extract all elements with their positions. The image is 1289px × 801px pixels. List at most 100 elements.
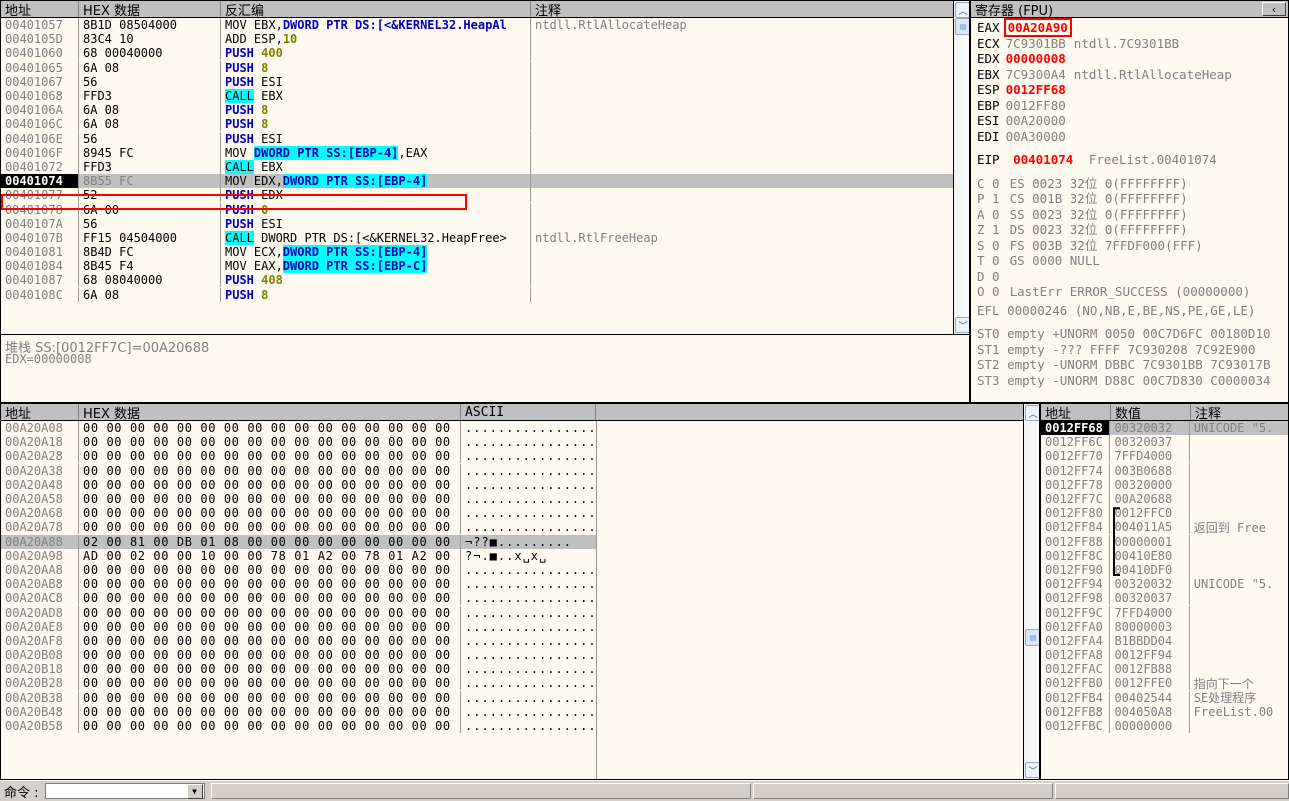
register-value[interactable]: 7C9300A4 xyxy=(1006,67,1066,82)
memory-dump-pane[interactable]: 地址 HEX 数据 ASCII 00A20A08 00 00 00 00 00 0… xyxy=(0,403,1040,780)
eip-value[interactable]: 00401074 xyxy=(1013,152,1073,167)
disassembly-row[interactable]: 00401072 FFD3 CALL EBX xyxy=(1,159,969,174)
dump-row[interactable]: 00A20B38 00 00 00 00 00 00 00 00 00 00 00… xyxy=(1,690,1039,705)
registers-pane[interactable]: 寄存器 (FPU) ‹ EAX 00A20A90 ECX 7C9301BB ntdll.… xyxy=(970,0,1289,403)
register-edx[interactable]: EDX 00000008 xyxy=(971,51,1288,67)
stack-col-header-value[interactable]: 数值 xyxy=(1111,404,1191,420)
chevron-down-icon[interactable]: ▼ xyxy=(186,784,203,799)
disassembly-pane[interactable]: 地址 HEX 数据 反汇编 注释 00401057 8B1D 08504000 MO… xyxy=(0,0,970,335)
stack-row[interactable]: 0012FFA0 80000003 xyxy=(1041,619,1288,634)
register-ebp[interactable]: EBP 0012FF80 xyxy=(971,98,1288,114)
flag-row[interactable]: P 1 CS 001B 32位 0(FFFFFFFF) xyxy=(971,191,1288,207)
dump-row[interactable]: 00A20AD8 00 00 00 00 00 00 00 00 00 00 00… xyxy=(1,605,1039,620)
command-input[interactable]: ▼ xyxy=(44,783,205,799)
scroll-thumb[interactable]: ▤ xyxy=(955,18,969,35)
register-ecx[interactable]: ECX 7C9301BB ntdll.7C9301BB xyxy=(971,36,1288,52)
dump-row[interactable]: 00A20A68 00 00 00 00 00 00 00 00 00 00 00… xyxy=(1,506,1039,521)
register-value[interactable]: 0012FF68 xyxy=(1006,82,1066,97)
dump-row[interactable]: 00A20A28 00 00 00 00 00 00 00 00 00 00 00… xyxy=(1,449,1039,464)
flag-row[interactable]: A 0 SS 0023 32位 0(FFFFFFFF) xyxy=(971,207,1288,223)
register-edi[interactable]: EDI 00A30000 xyxy=(971,129,1288,145)
stack-row[interactable]: 0012FF78 00320000 xyxy=(1041,477,1288,492)
register-value[interactable]: 0012FF80 xyxy=(1006,98,1066,113)
disassembly-row[interactable]: 00401065 6A 08 PUSH 8 xyxy=(1,60,969,75)
flag-row[interactable]: Z 1 DS 0023 32位 0(FFFFFFFF) xyxy=(971,222,1288,238)
dump-scroll-thumb[interactable]: ▤ xyxy=(1025,629,1039,646)
flag-t[interactable]: T 0 xyxy=(977,253,1000,268)
dump-col-header-address[interactable]: 地址 xyxy=(1,404,79,420)
fpu-register-row[interactable]: ST2 empty -UNORM DBBC 7C9301BB 7C93017B xyxy=(971,357,1288,373)
fpu-register-row[interactable]: ST0 empty +UNORM 0050 00C7D6FC 00180D10 xyxy=(971,326,1288,342)
disassembly-row[interactable]: 0040108C 6A 08 PUSH 8 xyxy=(1,287,969,302)
disassembly-row[interactable]: 00401068 FFD3 CALL EBX xyxy=(1,89,969,104)
disassembly-row[interactable]: 0040106F 8945 FC MOV DWORD PTR SS:[EBP-4],… xyxy=(1,145,969,160)
flag-s[interactable]: S 0 xyxy=(977,238,1000,253)
flag-o[interactable]: O 0 xyxy=(977,284,1000,299)
flag-p[interactable]: P 1 xyxy=(977,191,1000,206)
stack-row[interactable]: 0012FF8C 00410E80 xyxy=(1041,548,1288,563)
stack-row[interactable]: 0012FFB4 00402544 SE处理程序 xyxy=(1041,690,1288,705)
dump-row[interactable]: 00A20A08 00 00 00 00 00 00 00 00 00 00 00… xyxy=(1,421,1039,436)
stack-row[interactable]: 0012FFB8 004050A8 FreeList.00 xyxy=(1041,704,1288,719)
dump-row[interactable]: 00A20B58 00 00 00 00 00 00 00 00 00 00 00… xyxy=(1,719,1039,734)
flag-row[interactable]: O 0 LastErr ERROR_SUCCESS (00000000) xyxy=(971,284,1288,300)
disassembly-row[interactable]: 0040106C 6A 08 PUSH 8 xyxy=(1,117,969,132)
flag-a[interactable]: A 0 xyxy=(977,207,1000,222)
disassembly-row[interactable]: 00401078 6A 00 PUSH 0 xyxy=(1,202,969,217)
stack-row[interactable]: 0012FF74 003B0688 xyxy=(1041,463,1288,478)
stack-row[interactable]: 0012FF94 00320032 UNICODE "5. xyxy=(1041,577,1288,592)
disassembly-row[interactable]: 00401081 8B4D FC MOV ECX,DWORD PTR SS:[EBP… xyxy=(1,245,969,260)
dump-row[interactable]: 00A20A48 00 00 00 00 00 00 00 00 00 00 00… xyxy=(1,477,1039,492)
dump-row[interactable]: 00A20A78 00 00 00 00 00 00 00 00 00 00 00… xyxy=(1,520,1039,535)
disassembly-row[interactable]: 0040107B FF15 04504000 CALL DWORD PTR DS:[… xyxy=(1,230,969,245)
flag-row[interactable]: C 0 ES 0023 32位 0(FFFFFFFF) xyxy=(971,176,1288,192)
disassembly-row[interactable]: 00401087 68 08040000 PUSH 408 xyxy=(1,273,969,288)
dump-row[interactable]: 00A20A98 AD 00 02 00 00 10 00 00 78 01 A2… xyxy=(1,548,1039,563)
dump-row[interactable]: 00A20AF8 00 00 00 00 00 00 00 00 00 00 00… xyxy=(1,633,1039,648)
dump-col-header-extra[interactable] xyxy=(596,404,1025,420)
disassembly-row[interactable]: 0040105D 83C4 10 ADD ESP,10 xyxy=(1,32,969,47)
disassembly-row[interactable]: 00401077 52 PUSH EDX xyxy=(1,188,969,203)
flag-row[interactable]: T 0 GS 0000 NULL xyxy=(971,253,1288,269)
stack-row[interactable]: 0012FF88 00000001 xyxy=(1041,534,1288,549)
disassembly-row[interactable]: 0040106A 6A 08 PUSH 8 xyxy=(1,103,969,118)
stack-col-header-comment[interactable]: 注释 xyxy=(1191,404,1288,421)
stack-row[interactable]: 0012FFBC 00000000 xyxy=(1041,719,1288,734)
register-ebx[interactable]: EBX 7C9300A4 ntdll.RtlAllocateHeap xyxy=(971,67,1288,83)
register-esi[interactable]: ESI 00A20000 xyxy=(971,113,1288,129)
dump-row[interactable]: 00A20B08 00 00 00 00 00 00 00 00 00 00 00… xyxy=(1,648,1039,663)
dump-row[interactable]: 00A20B18 00 00 00 00 00 00 00 00 00 00 00… xyxy=(1,662,1039,677)
fpu-register-row[interactable]: ST1 empty -??? FFFF 7C930208 7C92E900 xyxy=(971,342,1288,358)
stack-row[interactable]: 0012FFA8 0012FF94 xyxy=(1041,648,1288,663)
flag-row[interactable]: S 0 FS 003B 32位 7FFDF000(FFF) xyxy=(971,238,1288,254)
stack-row[interactable]: 0012FF9C 7FFD4000 xyxy=(1041,605,1288,620)
stack-row[interactable]: 0012FFA4 B1BBDD04 xyxy=(1041,633,1288,648)
register-value[interactable]: 00000008 xyxy=(1006,51,1066,66)
stack-row[interactable]: 0012FF68 00320032 UNICODE "5. xyxy=(1041,421,1288,436)
flag-d[interactable]: D 0 xyxy=(977,269,1000,284)
disassembly-row[interactable]: 0040106E 56 PUSH ESI xyxy=(1,131,969,146)
col-header-comment[interactable]: 注释 xyxy=(531,1,954,18)
dump-row[interactable]: 00A20A18 00 00 00 00 00 00 00 00 00 00 00… xyxy=(1,435,1039,450)
scroll-down-icon[interactable]: ﹀ xyxy=(955,317,969,333)
stack-col-header-address[interactable]: 地址 xyxy=(1041,404,1111,420)
flag-row[interactable]: D 0 xyxy=(971,269,1288,285)
disassembly-row[interactable]: 00401067 56 PUSH ESI xyxy=(1,74,969,89)
dump-row[interactable]: 00A20AC8 00 00 00 00 00 00 00 00 00 00 00… xyxy=(1,591,1039,606)
col-header-address[interactable]: 地址 xyxy=(1,1,79,17)
disassembly-row[interactable]: 00401057 8B1D 08504000 MOV EBX,DWORD PTR D… xyxy=(1,18,969,33)
dump-row[interactable]: 00A20A58 00 00 00 00 00 00 00 00 00 00 00… xyxy=(1,492,1039,507)
dump-row[interactable]: 00A20AA8 00 00 00 00 00 00 00 00 00 00 00… xyxy=(1,562,1039,577)
stack-row[interactable]: 0012FF70 7FFD4000 xyxy=(1041,449,1288,464)
stack-row[interactable]: 0012FF90 00410DF0 xyxy=(1041,562,1288,577)
col-header-disassembly[interactable]: 反汇编 xyxy=(221,1,531,17)
register-value[interactable]: 00A30000 xyxy=(1006,129,1066,144)
flag-z[interactable]: Z 1 xyxy=(977,222,1000,237)
dump-row[interactable]: 00A20AB8 00 00 00 00 00 00 00 00 00 00 00… xyxy=(1,577,1039,592)
stack-pane[interactable]: 地址 数值 注释 0012FF68 00320032 UNICODE "5. 0012… xyxy=(1040,403,1289,780)
register-value[interactable]: 7C9301BB xyxy=(1006,36,1066,51)
register-value[interactable]: 00A20A90 xyxy=(1003,18,1072,37)
disassembly-row[interactable]: 0040107A 56 PUSH ESI xyxy=(1,216,969,231)
stack-row[interactable]: 0012FF7C 00A20688 xyxy=(1041,492,1288,507)
dump-row[interactable]: 00A20B48 00 00 00 00 00 00 00 00 00 00 00… xyxy=(1,704,1039,719)
